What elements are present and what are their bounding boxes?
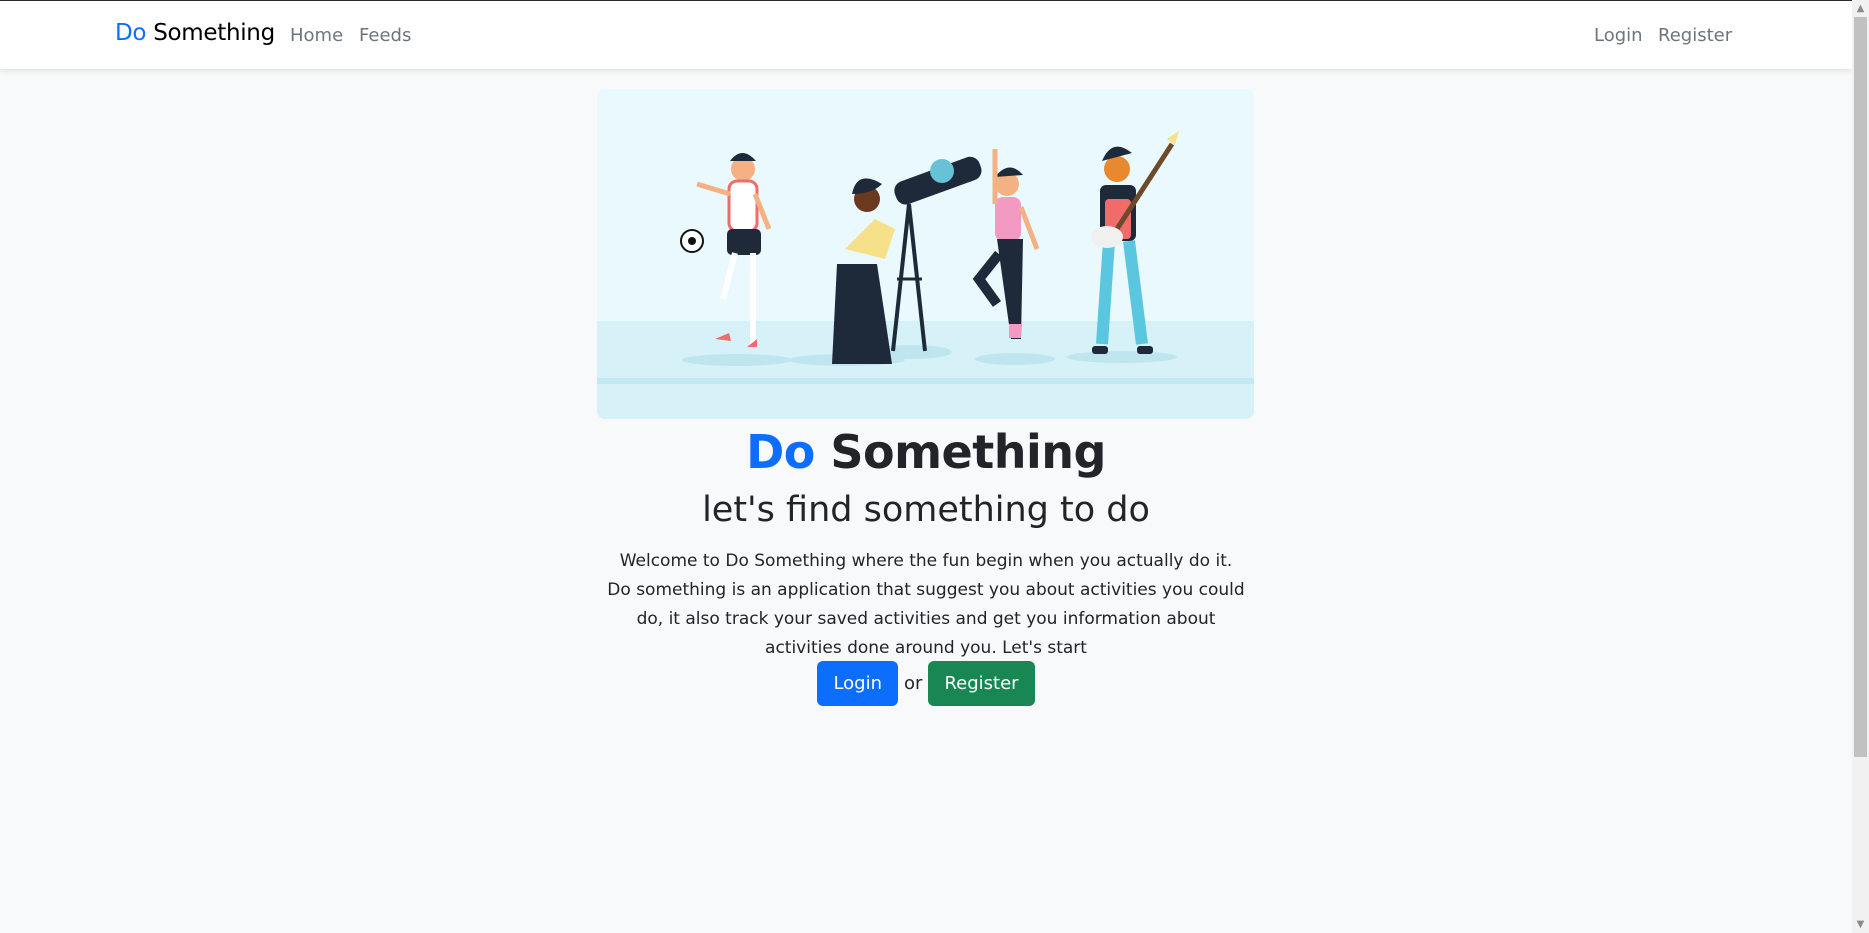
nav-home-link[interactable]: Home [290,25,343,46]
nav-login-link[interactable]: Login [1594,25,1643,46]
people-hobbies-illustration [597,89,1254,419]
page-title: Do Something [0,425,1852,479]
scrollbar-thumb[interactable] [1854,17,1867,757]
vertical-scrollbar[interactable]: ▲ ▼ [1852,0,1869,933]
login-button[interactable]: Login [817,661,899,706]
page-subtitle: let's find something to do [702,490,1150,530]
register-button[interactable]: Register [928,661,1035,706]
brand-rest: Something [146,20,275,46]
nav-register-link[interactable]: Register [1658,25,1732,46]
brand-logo[interactable]: Do Something [115,20,275,46]
nav-feeds-link[interactable]: Feeds [359,25,411,46]
title-rest: Something [814,425,1106,479]
intro-line-1: Welcome to Do Something where the fun be… [619,551,1233,571]
intro-paragraph: Welcome to Do Something where the fun be… [600,547,1252,663]
scroll-down-arrow-icon[interactable]: ▼ [1852,916,1869,933]
title-do: Do [746,425,815,479]
intro-line-2: Do something is an application that sugg… [607,580,1245,658]
navbar: Do Something Home Feeds Login Register [0,1,1852,69]
cta-actions: Login or Register [0,661,1852,706]
scroll-up-arrow-icon[interactable]: ▲ [1852,0,1869,17]
brand-do: Do [115,20,147,46]
or-text: or [904,673,923,694]
